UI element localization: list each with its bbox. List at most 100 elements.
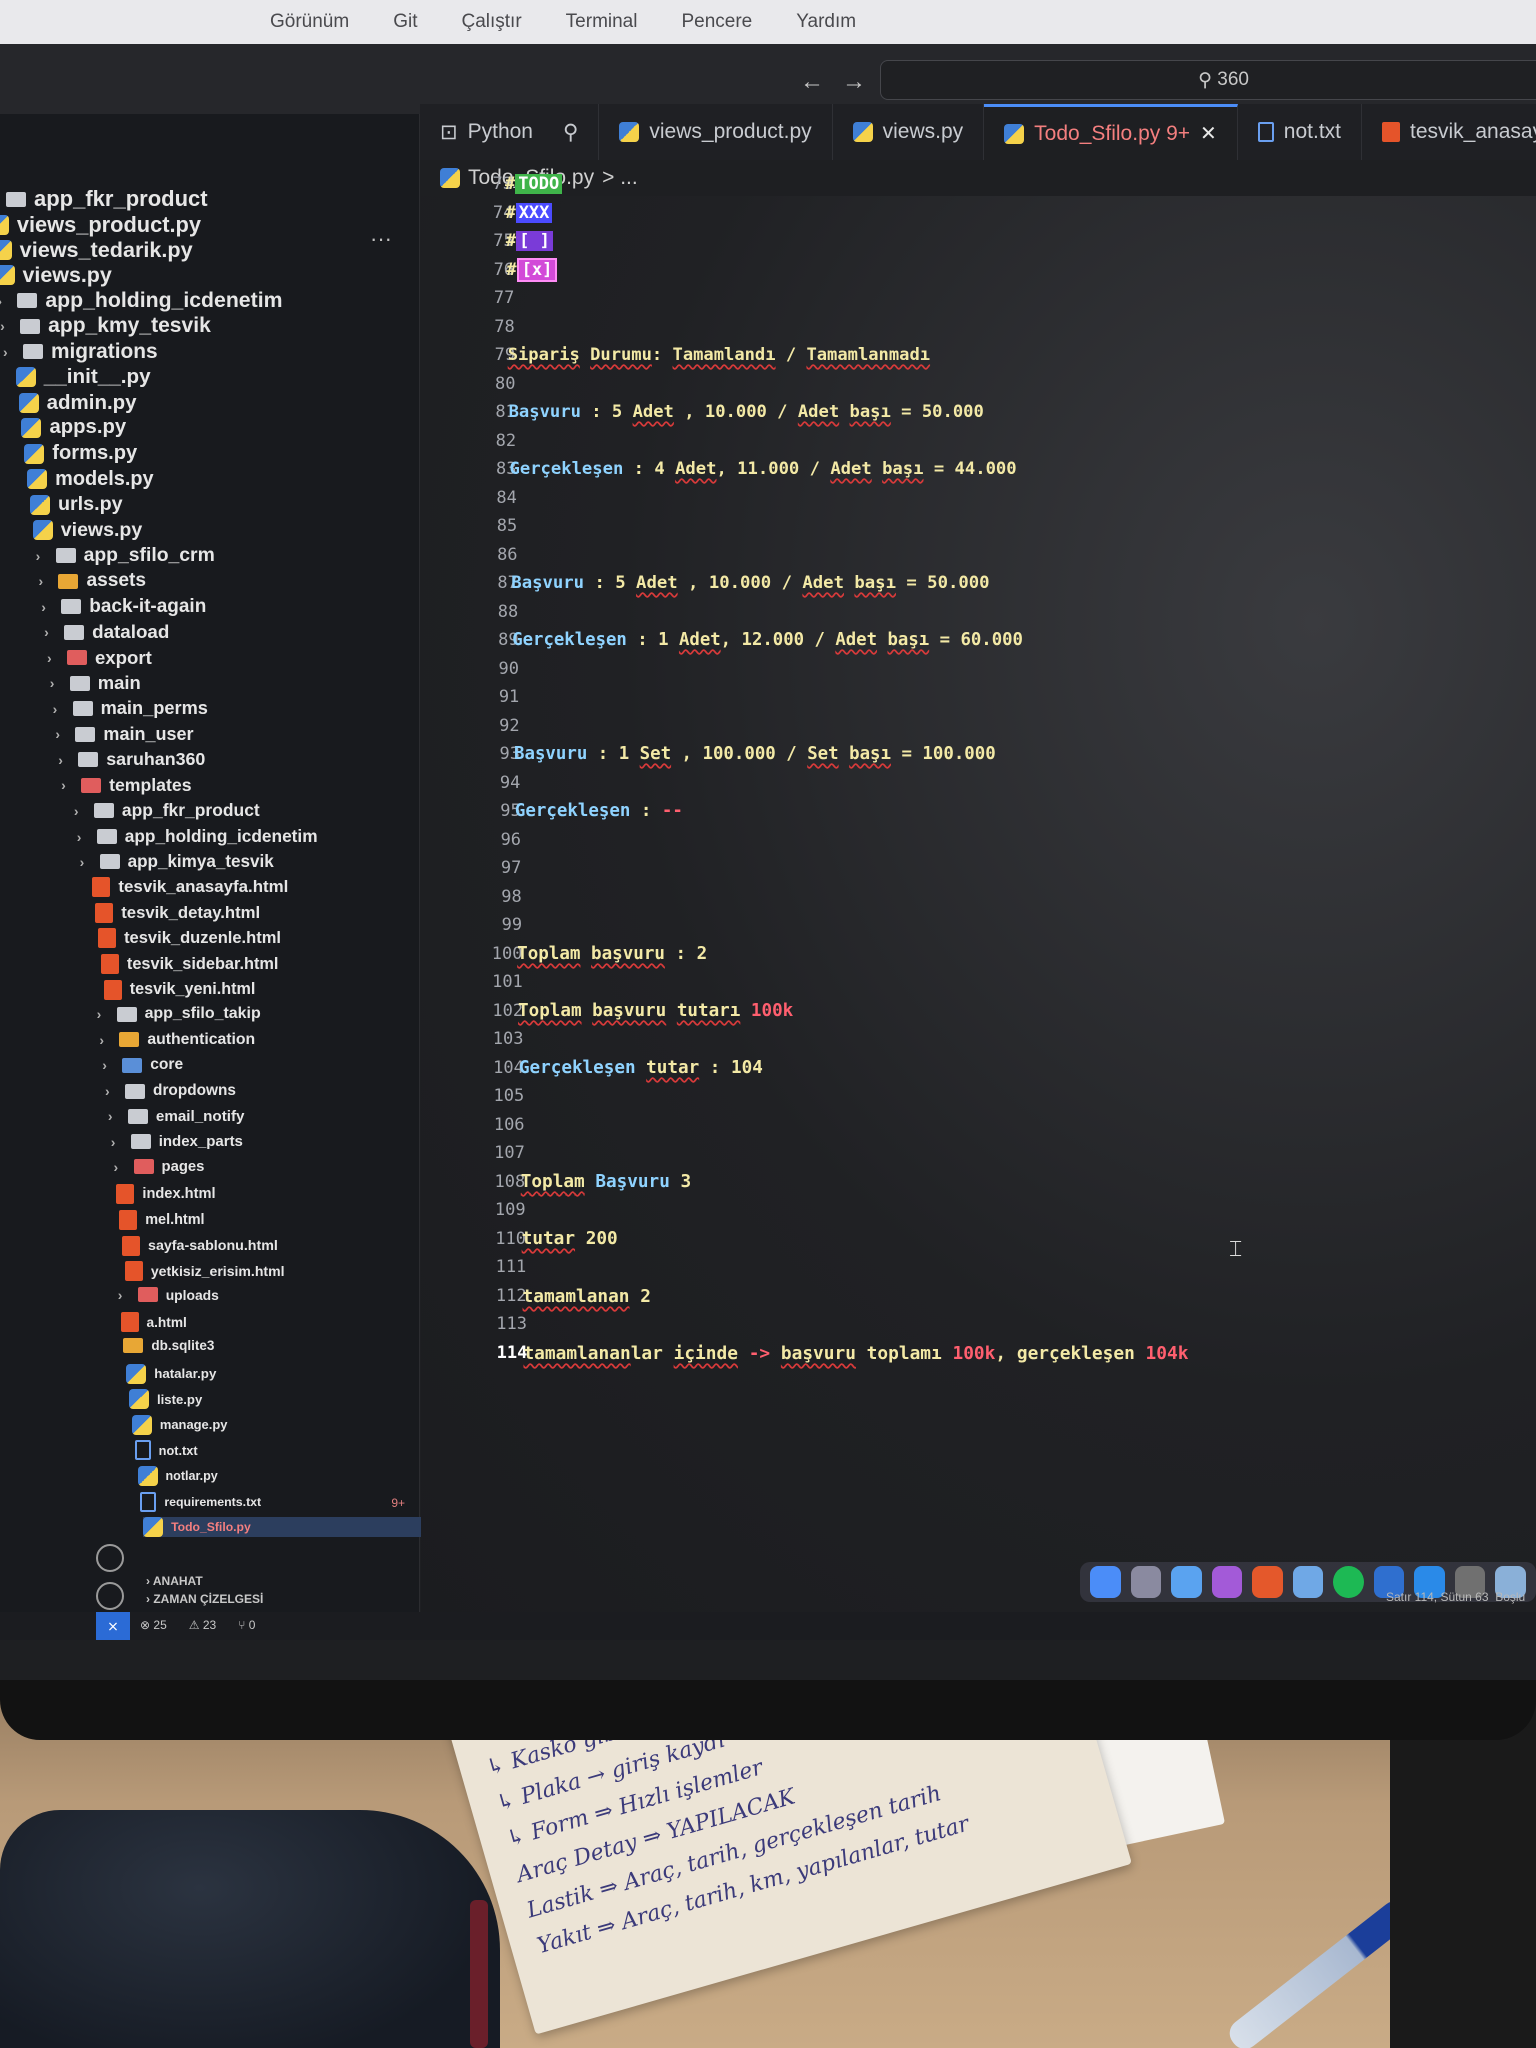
code-line[interactable]: Toplam başvuru tutarı 100k [518,1001,793,1021]
tree-item[interactable]: › app_kimya_tesvik [80,852,274,872]
tree-item[interactable]: a.html [120,1312,187,1333]
tree-item[interactable]: › pages [114,1159,205,1175]
chevron-right-icon[interactable]: › [105,1083,117,1099]
tree-item[interactable]: urls.py [29,493,123,516]
tree-item[interactable]: __init__.py [15,365,151,389]
tree-item[interactable]: forms.py [24,442,137,465]
chevron-right-icon[interactable]: › [118,1287,130,1303]
cursor-position[interactable]: Satır 114, Sütun 63 Boşlu [1386,1590,1525,1604]
tree-item[interactable]: ›app_fkr_product [0,186,208,212]
chevron-right-icon[interactable]: › [3,344,15,360]
menu-item-2[interactable]: Çalıştır [461,11,521,33]
tree-item[interactable]: hatalar.py [126,1363,216,1384]
chevron-right-icon[interactable]: › [44,624,56,640]
launchpad-icon[interactable] [1130,1566,1162,1598]
code-line[interactable]: #[ ] [506,231,553,251]
chevron-right-icon[interactable]: › [47,650,59,666]
tree-item[interactable]: db.sqlite3 [123,1338,214,1353]
tree-item[interactable]: requirements.txt [140,1491,261,1512]
chevron-right-icon[interactable]: › [53,701,65,717]
more-actions-icon[interactable]: ··· [370,226,392,252]
pin-icon[interactable]: ⚲ [563,120,578,145]
tree-item[interactable]: › dataload [44,621,169,643]
tree-item[interactable]: admin.py [18,391,137,415]
tree-item[interactable]: › main [50,672,141,694]
tree-item[interactable]: Todo_Sfilo.py [143,1517,440,1538]
back-arrow-icon[interactable]: ← [800,68,824,96]
tree-item[interactable]: tesvik_yeni.html [103,979,255,1000]
tree-item[interactable]: models.py [27,468,154,491]
tab-3[interactable]: Todo_Sfilo.py 9+ ✕ [984,104,1238,160]
tab-4[interactable]: not.txt [1238,104,1362,160]
tree-item[interactable]: › migrations [3,340,158,364]
spotify-icon[interactable] [1333,1566,1364,1598]
tree-item[interactable]: notlar.py [137,1466,218,1486]
tree-item[interactable]: ›app_fkr_product [74,800,260,821]
chevron-right-icon[interactable]: › [108,1108,120,1124]
tree-item[interactable]: › uploads [118,1287,219,1303]
chevron-right-icon[interactable]: › [36,548,48,564]
code-line[interactable]: # TODO [505,174,563,194]
chevron-right-icon[interactable]: › [80,854,92,870]
code-line[interactable]: tamamlanan 2 [523,1286,651,1307]
tree-item[interactable]: tesvik_sidebar.html [100,954,278,974]
chevron-right-icon[interactable]: › [99,1032,111,1048]
code-line[interactable]: Başvuru : 5 Adet , 10.000 / Adet başı = … [511,573,989,593]
chevron-right-icon[interactable]: › [50,675,62,691]
tree-item[interactable]: mel.html [119,1210,205,1230]
chevron-right-icon[interactable]: › [58,752,70,768]
chevron-right-icon[interactable]: › [114,1159,126,1175]
menu-item-4[interactable]: Pencere [681,11,752,33]
code-line[interactable]: Gerçekleşen : 4 Adet, 11.000 / Adet başı… [510,459,1017,479]
tree-item[interactable]: › main_user [55,724,193,745]
mail-icon[interactable] [1292,1566,1324,1598]
chevron-right-icon[interactable]: › [74,803,86,819]
tree-item[interactable]: views.py [32,519,142,542]
tree-item[interactable]: › main_perms [53,698,208,719]
tree-item[interactable]: tesvik_detay.html [95,902,260,923]
problems-errors[interactable]: ⊗ 25 [140,1618,167,1632]
chevron-right-icon[interactable]: › [77,829,89,845]
menu-item-0[interactable]: Görünüm [270,11,349,33]
ports-count[interactable]: ⑂ 0 [238,1618,255,1632]
tree-item[interactable]: › saruhan360 [58,749,205,770]
finder-icon[interactable] [1090,1566,1121,1598]
tab-1[interactable]: views_product.py [599,104,833,160]
command-center-search[interactable]: ⚲ 360 [880,60,1536,100]
chevron-right-icon[interactable]: › [102,1057,114,1073]
timeline-panel-header[interactable]: › ZAMAN ÇİZELGESİ [146,1592,263,1606]
chevron-right-icon[interactable]: › [55,726,67,742]
code-line[interactable]: Başvuru : 1 Set , 100.000 / Set başı = 1… [514,744,996,764]
chevron-right-icon[interactable]: › [111,1134,123,1150]
tree-item[interactable]: › core [102,1056,183,1074]
tree-item[interactable]: › export [47,647,152,669]
tree-item[interactable]: › app_sfilo_takip [97,1005,261,1023]
tree-item[interactable]: manage.py [131,1414,227,1435]
chevron-right-icon[interactable]: › [41,599,53,615]
tree-item[interactable]: › templates [61,775,191,796]
code-line[interactable]: Sipariş Durumu: Tamamlandı / Tamamlanmad… [508,345,930,365]
tree-item[interactable]: views_product.py [0,212,201,238]
brave-browser-icon[interactable] [1252,1566,1283,1598]
chevron-right-icon[interactable]: › [0,318,12,334]
tree-item[interactable]: apps.py [21,416,126,439]
forward-arrow-icon[interactable]: → [842,68,866,96]
menu-item-5[interactable]: Yardım [796,11,856,33]
tree-item[interactable]: views.py [0,263,112,288]
tree-item[interactable]: › email_notify [108,1108,245,1125]
tab-0[interactable]: ⊡ Python ⚲ [420,104,600,160]
tree-item[interactable]: yetkisiz_erisim.html [124,1261,285,1282]
tree-item[interactable]: › authentication [99,1031,255,1049]
tree-item[interactable]: › dropdowns [105,1082,236,1100]
outline-panel-header[interactable]: › ANAHAT [146,1574,203,1588]
code-editor[interactable]: 73 74 75 76 77 78 79 80 81 82 83 84 85 86 87 88 89 90 91 92… [421,174,1536,1616]
chevron-right-icon[interactable]: › [38,573,50,589]
code-line[interactable]: # XXX [505,202,553,223]
remote-indicator-icon[interactable]: ⨯ [96,1612,130,1640]
tree-item[interactable]: liste.py [129,1389,202,1410]
code-line[interactable]: Gerçekleşen tutar : 104 [519,1058,763,1078]
code-line[interactable]: tamamlananlar içinde -> başvuru toplamı … [523,1343,1188,1364]
account-icon[interactable] [96,1544,124,1572]
tree-item[interactable]: › app_holding_icdenetim [77,826,318,847]
code-line[interactable]: Gerçekleşen : 1 Adet, 12.000 / Adet başı… [512,630,1023,650]
